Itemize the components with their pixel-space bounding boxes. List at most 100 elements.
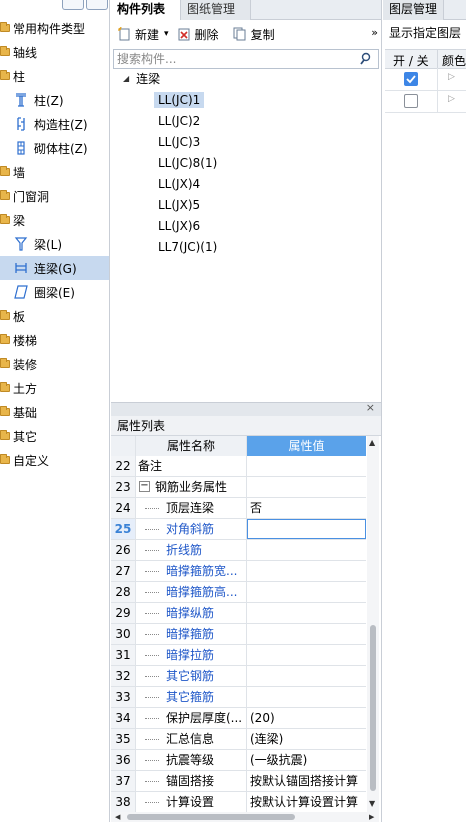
copy-button[interactable]: 复制: [233, 26, 275, 43]
property-row[interactable]: 23− 钢筋业务属性: [111, 477, 366, 498]
view-toggle-button-1[interactable]: [62, 0, 84, 10]
tab-component-list[interactable]: 构件列表: [111, 0, 181, 21]
property-row[interactable]: 38 计算设置 按默认计算设置计算: [111, 792, 366, 813]
component-tree-item[interactable]: LL(JC)8(1): [111, 152, 381, 173]
tree-folder-item[interactable]: 常用构件类型: [0, 16, 109, 40]
tree-folder-item[interactable]: 基础: [0, 400, 109, 424]
tree-child-item[interactable]: 梁(L): [0, 232, 109, 256]
property-value[interactable]: 按默认计算设置计算: [247, 792, 366, 812]
property-value[interactable]: [247, 519, 366, 539]
component-tree-item[interactable]: LL(JX)5: [111, 194, 381, 215]
property-value[interactable]: (连梁): [247, 729, 366, 749]
property-value[interactable]: [247, 477, 366, 497]
property-row[interactable]: 33 其它箍筋: [111, 687, 366, 708]
tree-root[interactable]: ◢ 连梁: [111, 68, 381, 89]
tree-item-label: 砌体柱(Z): [34, 141, 88, 156]
component-tree-item[interactable]: LL(JC)1: [111, 89, 381, 110]
delete-button[interactable]: 删除: [177, 26, 219, 43]
property-row[interactable]: 26 折线筋: [111, 540, 366, 561]
layer-checkbox-unchecked[interactable]: [404, 94, 418, 108]
property-value[interactable]: [247, 666, 366, 686]
property-value[interactable]: 按默认锚固搭接计算: [247, 771, 366, 791]
search-input[interactable]: [114, 51, 354, 67]
folder-icon: [0, 166, 10, 176]
component-tree-item[interactable]: LL(JX)6: [111, 215, 381, 236]
tree-folder-item[interactable]: 板: [0, 304, 109, 328]
property-row[interactable]: 25 对角斜筋: [111, 519, 366, 540]
tree-item-label: 梁(L): [34, 237, 63, 252]
horizontal-scrollbar[interactable]: ◀ ▶: [111, 812, 379, 822]
property-value[interactable]: [247, 687, 366, 707]
checkmark-icon: [406, 75, 416, 84]
tree-folder-item[interactable]: 装修: [0, 352, 109, 376]
property-row[interactable]: 29 暗撑纵筋: [111, 603, 366, 624]
component-tree-item[interactable]: LL(JC)2: [111, 110, 381, 131]
tree-child-item[interactable]: 圈梁(E): [0, 280, 109, 304]
component-tree-item[interactable]: LL7(JC)(1): [111, 236, 381, 257]
property-value[interactable]: [247, 561, 366, 581]
scrollbar-thumb[interactable]: [370, 625, 376, 791]
collapse-icon[interactable]: ◢: [123, 74, 129, 83]
expand-arrow-icon[interactable]: ▷: [448, 72, 455, 82]
property-value[interactable]: 否: [247, 498, 366, 518]
property-row[interactable]: 35 汇总信息 (连梁): [111, 729, 366, 750]
scroll-up-icon[interactable]: ▲: [369, 438, 375, 447]
property-value[interactable]: [247, 540, 366, 560]
scroll-left-icon[interactable]: ◀: [115, 813, 120, 821]
component-tree-item[interactable]: LL(JC)3: [111, 131, 381, 152]
property-row[interactable]: 22 备注: [111, 456, 366, 477]
component-tree-item[interactable]: LL(JX)4: [111, 173, 381, 194]
tree-folder-item[interactable]: 土方: [0, 376, 109, 400]
property-value[interactable]: (20): [247, 708, 366, 728]
toolbar-overflow-button[interactable]: »: [371, 26, 378, 39]
property-row[interactable]: 30 暗撑箍筋: [111, 624, 366, 645]
new-button[interactable]: 新建 ▾: [117, 26, 169, 43]
tree-folder-item[interactable]: 墙: [0, 160, 109, 184]
scroll-down-icon[interactable]: ▼: [369, 799, 375, 808]
property-row[interactable]: 37 锚固搭接 按默认锚固搭接计算: [111, 771, 366, 792]
property-scrollbar[interactable]: ▲ ▼: [367, 436, 379, 812]
tree-child-item[interactable]: 连梁(G): [0, 256, 109, 280]
scroll-right-icon[interactable]: ▶: [369, 813, 374, 821]
tree-child-item[interactable]: 构造柱(Z): [0, 112, 109, 136]
tab-layer-management[interactable]: 图层管理: [383, 0, 445, 20]
property-value[interactable]: [247, 624, 366, 644]
property-name: 暗撑箍筋: [166, 627, 215, 641]
tree-folder-item[interactable]: 自定义: [0, 448, 109, 472]
tree-folder-item[interactable]: 柱: [0, 64, 109, 88]
property-value[interactable]: [247, 645, 366, 665]
property-row[interactable]: 32 其它钢筋: [111, 666, 366, 687]
tree-child-item[interactable]: 柱(Z): [0, 88, 109, 112]
tree-folder-item[interactable]: 梁: [0, 208, 109, 232]
tab-drawing-management[interactable]: 图纸管理: [181, 0, 251, 20]
column-header-onoff[interactable]: 开 / 关: [393, 52, 429, 69]
property-value[interactable]: (一级抗震): [247, 750, 366, 770]
tree-folder-item[interactable]: 其它: [0, 424, 109, 448]
property-value[interactable]: [247, 582, 366, 602]
property-value[interactable]: [247, 456, 366, 476]
column-header-color[interactable]: 颜色: [442, 52, 466, 69]
collapse-toggle-icon[interactable]: −: [139, 481, 150, 492]
property-row[interactable]: 34 保护层厚度(... (20): [111, 708, 366, 729]
tree-child-item[interactable]: 砌体柱(Z): [0, 136, 109, 160]
layer-checkbox-checked[interactable]: [404, 72, 418, 86]
expand-arrow-icon[interactable]: ▷: [448, 94, 455, 104]
hscroll-thumb[interactable]: [127, 814, 295, 820]
view-toggle-button-2[interactable]: [86, 0, 108, 10]
property-name: 暗撑箍筋高...: [166, 585, 238, 599]
tree-folder-item[interactable]: 楼梯: [0, 328, 109, 352]
property-row[interactable]: 24 顶层连梁 否: [111, 498, 366, 519]
property-row[interactable]: 36 抗震等级 (一级抗震): [111, 750, 366, 771]
column-header-value[interactable]: 属性值: [247, 436, 366, 456]
show-specified-layer-button[interactable]: 显示指定图层: [389, 24, 461, 41]
property-row[interactable]: 28 暗撑箍筋高...: [111, 582, 366, 603]
chevron-down-icon[interactable]: ▾: [164, 29, 169, 39]
property-row[interactable]: 31 暗撑拉筋: [111, 645, 366, 666]
tree-folder-item[interactable]: 门窗洞: [0, 184, 109, 208]
property-value[interactable]: [247, 603, 366, 623]
property-row[interactable]: 27 暗撑箍筋宽...: [111, 561, 366, 582]
search-icon[interactable]: [360, 52, 372, 69]
tree-folder-item[interactable]: 轴线: [0, 40, 109, 64]
column-header-name[interactable]: 属性名称: [136, 436, 247, 456]
close-icon[interactable]: ×: [366, 401, 375, 414]
